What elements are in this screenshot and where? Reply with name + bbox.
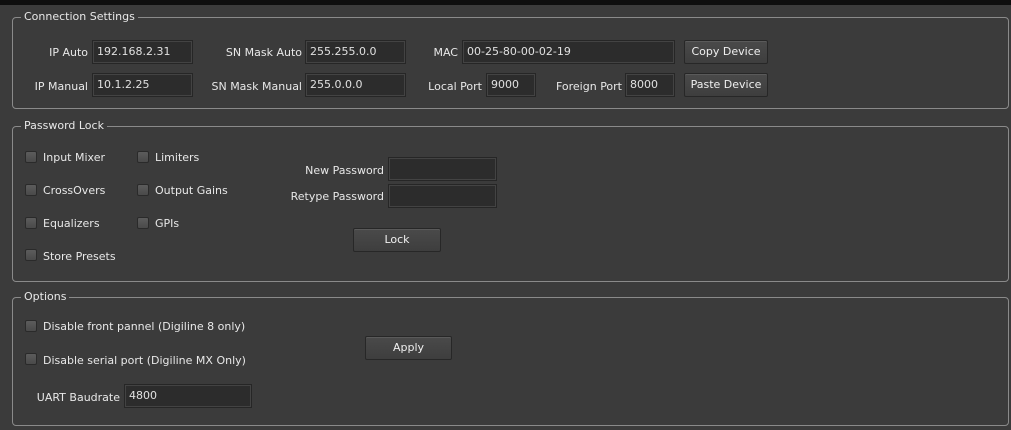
gpis-label: GPIs [155, 217, 180, 230]
output-gains-label: Output Gains [155, 184, 228, 197]
retype-password-label: Retype Password [290, 190, 384, 203]
top-border-strip [0, 0, 1011, 5]
new-password-label: New Password [305, 164, 384, 177]
equalizers-checkbox[interactable] [25, 217, 37, 229]
disable-front-panel-label: Disable front pannel (Digiline 8 only) [43, 320, 246, 333]
disable-front-panel-checkbox[interactable] [25, 320, 37, 332]
local-port-label: Local Port [428, 80, 482, 93]
store-presets-checkbox[interactable] [25, 249, 37, 261]
connection-settings-legend: Connection Settings [21, 10, 138, 24]
output-gains-checkbox[interactable] [137, 184, 149, 196]
copy-device-button[interactable]: Copy Device [684, 40, 768, 64]
paste-device-button[interactable]: Paste Device [684, 73, 768, 97]
equalizers-label: Equalizers [43, 217, 100, 230]
sn-mask-auto-label: SN Mask Auto [225, 46, 302, 59]
gpis-checkbox[interactable] [137, 217, 149, 229]
password-lock-group: Password Lock [12, 119, 1009, 282]
new-password-field[interactable] [388, 157, 497, 181]
apply-button[interactable]: Apply [365, 336, 452, 360]
mac-field[interactable]: 00-25-80-00-02-19 [462, 40, 675, 64]
retype-password-field[interactable] [388, 184, 497, 208]
options-legend: Options [21, 290, 70, 304]
input-mixer-label: Input Mixer [43, 151, 105, 164]
disable-serial-port-label: Disable serial port (Digiline MX Only) [43, 354, 246, 367]
lock-button[interactable]: Lock [353, 228, 441, 252]
password-lock-legend: Password Lock [21, 119, 107, 133]
uart-baudrate-field[interactable]: 4800 [124, 384, 252, 408]
sn-mask-manual-label: SN Mask Manual [211, 80, 302, 93]
foreign-port-field[interactable]: 8000 [625, 73, 675, 97]
sn-mask-manual-field[interactable]: 255.0.0.0 [305, 73, 406, 97]
input-mixer-checkbox[interactable] [25, 151, 37, 163]
ip-manual-label: IP Manual [34, 80, 88, 93]
crossovers-label: CrossOvers [43, 184, 106, 197]
ip-auto-field[interactable]: 192.168.2.31 [92, 40, 193, 64]
limiters-checkbox[interactable] [137, 151, 149, 163]
ip-manual-field[interactable]: 10.1.2.25 [92, 73, 193, 97]
limiters-label: Limiters [155, 151, 200, 164]
foreign-port-label: Foreign Port [555, 80, 622, 93]
sn-mask-auto-field[interactable]: 255.255.0.0 [305, 40, 406, 64]
mac-label: MAC [433, 46, 458, 59]
local-port-field[interactable]: 9000 [486, 73, 536, 97]
uart-baudrate-label: UART Baudrate [36, 391, 120, 404]
crossovers-checkbox[interactable] [25, 184, 37, 196]
store-presets-label: Store Presets [43, 250, 116, 263]
ip-auto-label: IP Auto [49, 46, 88, 59]
disable-serial-port-checkbox[interactable] [25, 353, 37, 365]
